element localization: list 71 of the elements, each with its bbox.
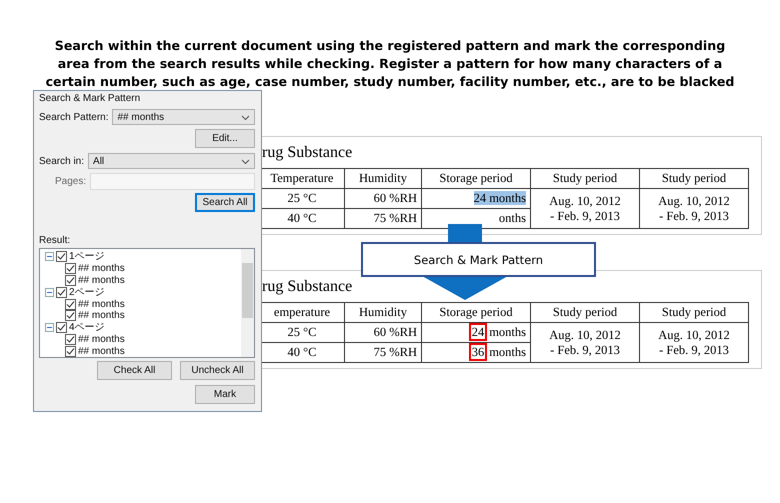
storage-value: months (489, 345, 526, 359)
checkbox[interactable] (65, 310, 76, 322)
scrollbar[interactable] (241, 249, 254, 357)
match-item[interactable]: ## months (78, 310, 125, 322)
column-header: Storage period (422, 168, 530, 188)
match-item[interactable]: ## months (78, 274, 125, 286)
pattern-dropdown[interactable]: ## months (112, 109, 255, 125)
document-heading: rug Substance (261, 144, 354, 162)
page-item[interactable]: 1ページ (69, 251, 105, 262)
checkbox[interactable] (56, 322, 67, 334)
field-label: Pages: (54, 176, 86, 186)
chevron-icon (241, 159, 250, 165)
search-in-dropdown[interactable]: All (88, 153, 255, 169)
column-header: Study period (530, 168, 640, 188)
heading-line: Search within the current document using the registered pattern and mark the corresponding (54, 37, 726, 55)
table-cell: 60 %RH (344, 188, 422, 208)
mark-button[interactable]: Mark (195, 385, 255, 404)
pages-field[interactable] (90, 172, 255, 190)
checkbox[interactable] (65, 346, 76, 357)
table-cell: 25 °C (260, 322, 344, 342)
checkbox[interactable] (65, 274, 76, 286)
document-heading: rug Substance (261, 278, 354, 296)
table-cell: 60 %RH (344, 322, 422, 342)
search-all-button[interactable]: Search All (195, 193, 255, 212)
collapse-icon[interactable] (45, 288, 54, 297)
checkbox[interactable] (65, 263, 76, 274)
column-header: emperature (260, 302, 344, 322)
checkbox[interactable] (65, 298, 76, 310)
table-cell: 40 °C (260, 342, 344, 362)
column-header: Humidity (344, 168, 422, 188)
checkbox[interactable] (56, 286, 67, 298)
chevron-icon (241, 115, 250, 121)
collapse-icon[interactable] (45, 323, 54, 332)
column-header: Study period (530, 302, 640, 322)
callout-box: Search & Mark Pattern (361, 242, 596, 277)
field-label: Search in: (39, 156, 84, 166)
table-cell: 75 %RH (344, 208, 422, 228)
edit-button[interactable]: Edit... (195, 129, 255, 148)
storage-value: months (489, 325, 526, 339)
panel-title: Search & Mark Pattern (39, 93, 142, 104)
uncheck-all-button[interactable]: Uncheck All (180, 361, 255, 380)
column-header: Humidity (344, 302, 422, 322)
page-item[interactable]: 4ページ (69, 322, 105, 334)
column-header: Storage period (422, 302, 530, 322)
table-cell: 75 %RH (344, 342, 422, 362)
table-cell: 40 °C (260, 208, 344, 228)
marked-number: 36 (468, 343, 488, 361)
table-cell: Aug. 10, 2012 - Feb. 9, 2013 (640, 188, 748, 228)
column-header: Temperature (260, 168, 344, 188)
match-item[interactable]: ## months (78, 263, 125, 274)
table-cell: Aug. 10, 2012 - Feb. 9, 2013 (640, 322, 748, 362)
column-header: Study period (640, 168, 748, 188)
checkbox[interactable] (56, 251, 67, 262)
heading-line: area from the search results while checking. Register a pattern for how many characters of a (56, 55, 724, 73)
table-cell: 25 °C (260, 188, 344, 208)
marked-number: 24 (468, 323, 488, 341)
storage-value: 24 months (474, 191, 526, 205)
table-cell: Aug. 10, 2012 - Feb. 9, 2013 (530, 322, 640, 362)
column-header: Study period (640, 302, 748, 322)
match-item[interactable]: ## months (78, 334, 125, 345)
storage-value: onths (498, 211, 526, 225)
collapse-icon[interactable] (45, 252, 54, 262)
field-label: Search Pattern: (39, 112, 108, 122)
page-item[interactable]: 2ページ (69, 286, 105, 298)
checkbox[interactable] (65, 334, 76, 345)
check-all-button[interactable]: Check All (97, 361, 172, 380)
heading-line: certain number, such as age, case number, study number, facility number, etc., are to be blacked (44, 73, 736, 91)
match-item[interactable]: ## months (78, 346, 125, 357)
match-item[interactable]: ## months (78, 298, 125, 310)
table-cell: Aug. 10, 2012 - Feb. 9, 2013 (530, 188, 640, 228)
result-label: Result: (39, 235, 72, 246)
